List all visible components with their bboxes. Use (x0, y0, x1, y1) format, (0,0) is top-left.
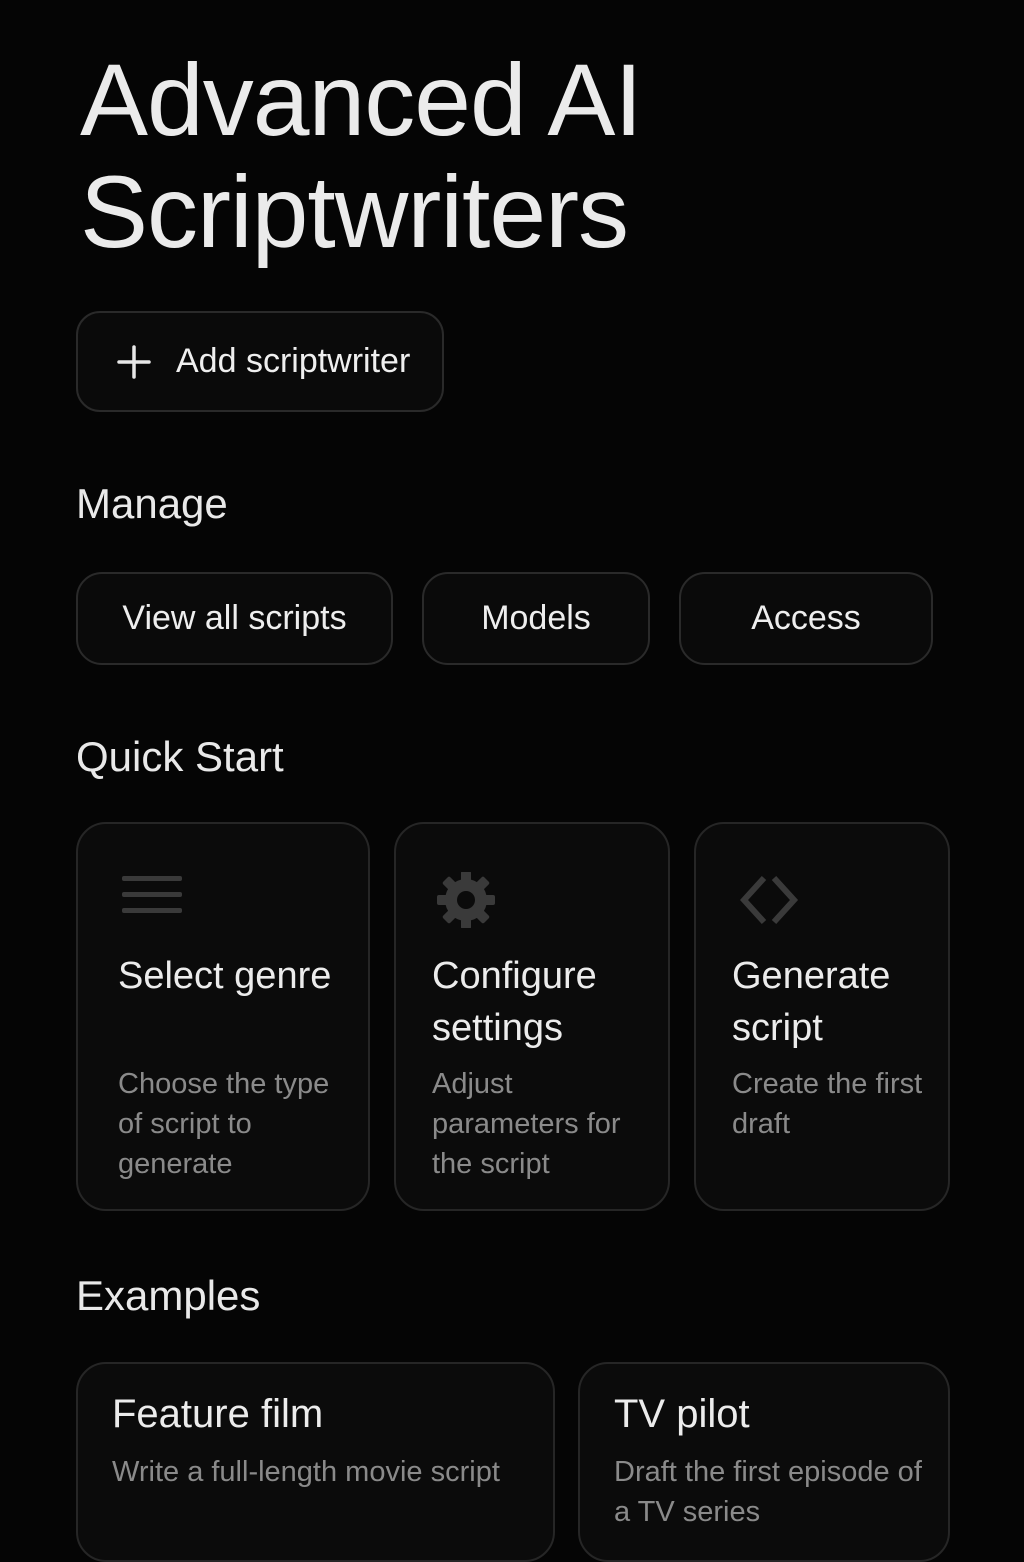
code-icon (740, 875, 799, 925)
card-title: Generate script (732, 955, 891, 1049)
example-title: TV pilot (614, 1392, 750, 1436)
example-description: Write a full-length movie script (112, 1456, 500, 1488)
example-card-feature-film[interactable]: Feature film Write a full-length movie s… (76, 1362, 555, 1562)
models-label: Models (481, 599, 591, 637)
add-scriptwriter-label: Add scriptwriter (176, 342, 411, 380)
example-title: Feature film (112, 1392, 324, 1436)
page-title: Advanced AI Scriptwriters (80, 44, 940, 268)
view-all-scripts-button[interactable]: View all scripts (76, 572, 393, 665)
example-card-tv-pilot[interactable]: TV pilot Draft the first episode of a TV… (578, 1362, 950, 1562)
page-title-line-2: Scriptwriters (80, 155, 629, 269)
quick-start-card-configure-settings[interactable]: Configure settings Adjust parameters for… (394, 822, 670, 1211)
examples-heading: Examples (76, 1272, 261, 1319)
access-button[interactable]: Access (679, 572, 933, 665)
card-title: Configure settings (432, 955, 597, 1049)
plus-icon (117, 344, 151, 379)
card-title: Select genre (118, 955, 332, 997)
card-description: Create the first draft (732, 1068, 923, 1140)
add-scriptwriter-button[interactable]: Add scriptwriter (76, 311, 444, 412)
card-description: Adjust parameters for the script (432, 1068, 621, 1180)
models-button[interactable]: Models (422, 572, 650, 665)
quick-start-card-select-genre[interactable]: Select genre Choose the type of script t… (76, 822, 370, 1211)
manage-heading: Manage (76, 480, 228, 527)
view-all-scripts-label: View all scripts (122, 599, 347, 637)
page-title-line-1: Advanced AI (80, 43, 643, 157)
gear-icon (437, 872, 495, 928)
list-icon (122, 876, 182, 913)
card-description: Choose the type of script to generate (118, 1068, 330, 1180)
access-label: Access (751, 599, 861, 637)
quick-start-heading: Quick Start (76, 733, 284, 780)
example-description: Draft the first episode of a TV series (614, 1456, 922, 1528)
quick-start-card-generate-script[interactable]: Generate script Create the first draft (694, 822, 950, 1211)
